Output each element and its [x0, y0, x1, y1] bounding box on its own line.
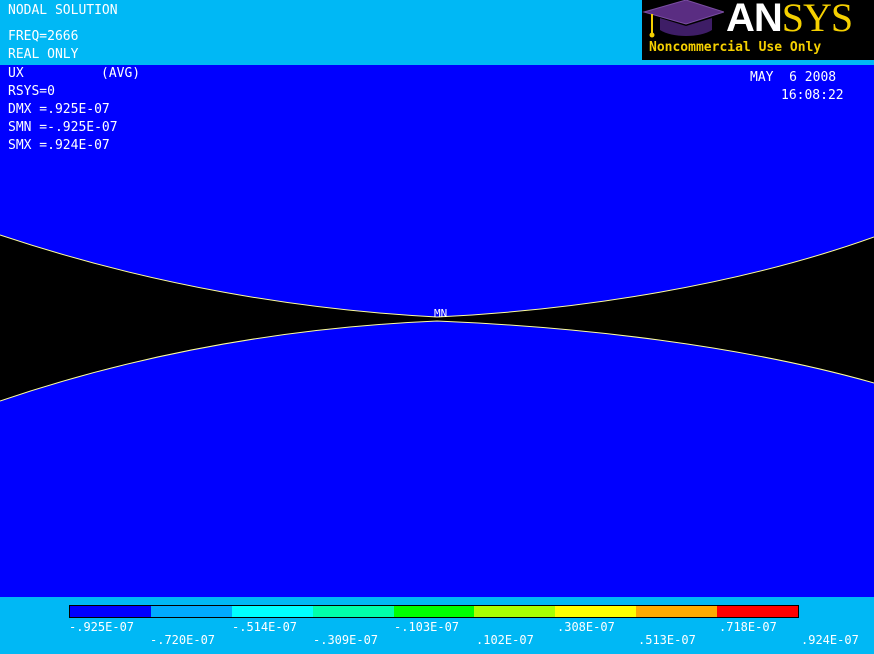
wordmark-an: AN: [726, 0, 783, 40]
legend-swatch: [150, 606, 232, 617]
dmx-label: DMX =.925E-07: [8, 102, 110, 117]
avg-label: (AVG): [101, 66, 141, 81]
ansys-logo: ANSYS Noncommercial Use Only: [642, 0, 874, 60]
smx-label: SMX =.924E-07: [8, 138, 110, 153]
real-only-label: REAL ONLY: [8, 47, 79, 62]
legend-label-bottom: .924E-07: [801, 633, 859, 647]
legend-label-top: -.103E-07: [394, 620, 460, 634]
legend-label-top: .308E-07: [557, 620, 615, 634]
graduation-cap-icon: [642, 0, 724, 38]
date-label: MAY 6 2008: [750, 70, 837, 85]
min-marker-label: MN: [434, 307, 448, 320]
frequency-label: FREQ=2666: [8, 29, 79, 44]
legend-label-top: .718E-07: [719, 620, 777, 634]
legend-label-top: -.514E-07: [232, 620, 298, 634]
time-label: 16:08:22: [781, 88, 844, 103]
rsys-label: RSYS=0: [8, 84, 55, 99]
ansys-wordmark: ANSYS: [726, 0, 853, 40]
contour-legend-bar: [69, 605, 799, 618]
legend-swatch: [474, 606, 556, 617]
model-geometry: [0, 234, 874, 402]
legend-label-bottom: .513E-07: [638, 633, 696, 647]
legend-swatch: [555, 606, 637, 617]
legend-swatch: [636, 606, 718, 617]
solution-type-label: NODAL SOLUTION: [8, 3, 118, 18]
legend-swatch: [312, 606, 394, 617]
ansys-graphics-window: MN NODAL SOLUTION FREQ=2666 REAL ONLY UX…: [0, 0, 874, 654]
legend-label-bottom: .102E-07: [476, 633, 534, 647]
legend-label-top: -.925E-07: [69, 620, 135, 634]
legend-swatch: [231, 606, 313, 617]
legend-label-bottom: -.720E-07: [150, 633, 216, 647]
legend-swatch: [393, 606, 475, 617]
wordmark-sys: SYS: [781, 0, 853, 40]
component-label: UX: [8, 66, 24, 81]
legend-swatch: [717, 606, 799, 617]
smn-label: SMN =-.925E-07: [8, 120, 118, 135]
plot-area[interactable]: MN: [0, 65, 874, 597]
noncommercial-notice: Noncommercial Use Only: [649, 40, 822, 55]
legend-swatch: [70, 606, 151, 617]
legend-label-bottom: -.309E-07: [313, 633, 379, 647]
